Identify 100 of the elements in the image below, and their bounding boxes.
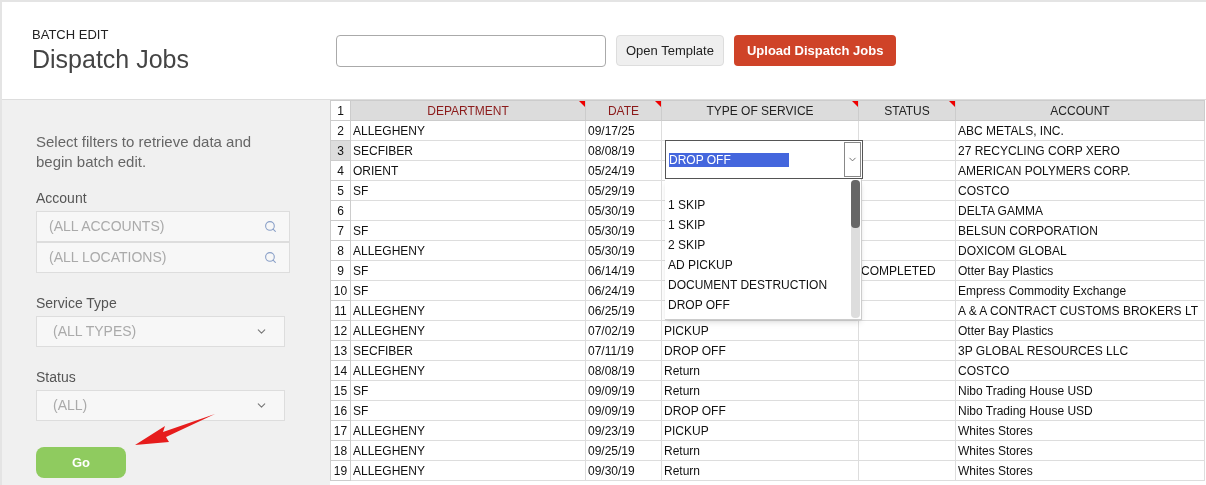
column-header[interactable]: STATUS (858, 100, 956, 121)
table-cell: 05/29/19 (585, 180, 662, 201)
table-cell: 07/02/19 (585, 320, 662, 341)
table-cell: DOXICOM GLOBAL (955, 240, 1205, 261)
table-cell: 05/30/19 (585, 240, 662, 261)
row-number[interactable]: 12 (330, 320, 351, 341)
table-cell: ALLEGHENY (350, 420, 586, 441)
table-cell: SF (350, 220, 586, 241)
table-cell: SF (350, 280, 586, 301)
column-header[interactable]: DEPARTMENT (350, 100, 586, 121)
table-cell: 08/08/19 (585, 140, 662, 161)
dropdown-option[interactable]: AD PICKUP (668, 255, 851, 275)
table-cell: SF (350, 180, 586, 201)
table-cell: ALLEGHENY (350, 320, 586, 341)
search-icon (264, 251, 277, 264)
row-number[interactable]: 10 (330, 280, 351, 301)
table-cell: 09/25/19 (585, 440, 662, 461)
table-cell: Otter Bay Plastics (955, 260, 1205, 281)
dropdown-option[interactable]: 1 SKIP (668, 215, 851, 235)
search-icon (264, 220, 277, 233)
table-cell: SECFIBER (350, 140, 586, 161)
selected-value: DROP OFF (669, 152, 789, 167)
field-label: Status (36, 368, 77, 387)
column-header[interactable]: ACCOUNT (955, 100, 1205, 121)
page-subtitle: BATCH EDIT (32, 26, 110, 43)
row-number[interactable]: 2 (330, 120, 351, 141)
dropdown-option[interactable]: DOCUMENT DESTRUCTION (668, 275, 851, 295)
row-number[interactable]: 14 (330, 360, 351, 381)
table-cell: ALLEGHENY (350, 300, 586, 321)
column-header[interactable]: DATE (585, 100, 662, 121)
file-field[interactable] (336, 34, 606, 67)
table-cell: 09/17/25 (585, 120, 662, 141)
table-cell: COSTCO (955, 360, 1205, 381)
column-header[interactable]: TYPE OF SERVICE (661, 100, 859, 121)
row-number[interactable]: 13 (330, 340, 351, 361)
dropdown-option[interactable]: 1 SKIP (668, 195, 851, 215)
table-cell: Whites Stores (955, 440, 1205, 461)
table-cell: ALLEGHENY (350, 460, 586, 481)
table-cell: 05/30/19 (585, 200, 662, 221)
scrollbar[interactable] (851, 180, 860, 318)
table-cell: Whites Stores (955, 460, 1205, 481)
row-number: 1 (330, 100, 351, 121)
table-cell: Return (661, 380, 859, 401)
row-number[interactable]: 5 (330, 180, 351, 201)
table-cell: 09/09/19 (585, 400, 662, 421)
table-cell: ALLEGHENY (350, 360, 586, 381)
cell-editor[interactable]: DROP OFF (665, 140, 863, 179)
table-cell: BELSUN CORPORATION (955, 220, 1205, 241)
field-label: Service Type (36, 294, 118, 313)
table-cell: DROP OFF (661, 340, 859, 361)
table-cell: Nibo Trading House USD (955, 380, 1205, 401)
field-label: Account (36, 189, 88, 208)
table-cell: 09/23/19 (585, 420, 662, 441)
template-button[interactable]: Open Template (616, 35, 724, 66)
table-cell: Otter Bay Plastics (955, 320, 1205, 341)
table-cell: SF (350, 260, 586, 281)
table-cell: ALLEGHENY (350, 440, 586, 461)
table-cell: Nibo Trading House USD (955, 400, 1205, 421)
row-number[interactable]: 11 (330, 300, 351, 321)
comment-marker-icon (852, 101, 858, 107)
row-number[interactable]: 9 (330, 260, 351, 281)
table-cell: 09/30/19 (585, 460, 662, 481)
table-cell: 07/11/19 (585, 340, 662, 361)
table-cell: 27 RECYCLING CORP XERO (955, 140, 1205, 161)
table-cell: 05/24/19 (585, 160, 662, 181)
table-cell: 06/24/19 (585, 280, 662, 301)
table-cell: 09/09/19 (585, 380, 662, 401)
table-cell: SF (350, 380, 586, 401)
table-cell: 05/30/19 (585, 220, 662, 241)
dropdown-option[interactable]: DROP OFF (668, 295, 851, 315)
table-cell: 06/14/19 (585, 260, 662, 281)
row-number[interactable]: 17 (330, 420, 351, 441)
table-cell: PICKUP (661, 420, 859, 441)
row-number[interactable]: 16 (330, 400, 351, 421)
row-number[interactable]: 6 (330, 200, 351, 221)
dropdown-option[interactable]: 2 SKIP (668, 235, 851, 255)
table-cell: A & A CONTRACT CUSTOMS BROKERS LT (955, 300, 1205, 321)
row-number[interactable]: 18 (330, 440, 351, 461)
table-cell: 08/08/19 (585, 360, 662, 381)
comment-marker-icon (579, 101, 585, 107)
table-cell: Whites Stores (955, 420, 1205, 441)
table-cell: ALLEGHENY (350, 240, 586, 261)
row-number[interactable]: 19 (330, 460, 351, 481)
row-number[interactable]: 3 (330, 140, 351, 161)
row-number[interactable]: 15 (330, 380, 351, 401)
dropdown-toggle[interactable] (844, 142, 861, 177)
table-cell: SECFIBER (350, 340, 586, 361)
table-cell: 3P GLOBAL RESOURCES LLC (955, 340, 1205, 361)
table-cell: Return (661, 460, 859, 481)
table-cell: Empress Commodity Exchange (955, 280, 1205, 301)
table-cell: SF (350, 400, 586, 421)
filter-intro: Select filters to retrieve data and begin batch edit. (36, 132, 253, 172)
row-number[interactable]: 4 (330, 160, 351, 181)
table-cell: COSTCO (955, 180, 1205, 201)
table-cell: DROP OFF (661, 400, 859, 421)
table-cell: DELTA GAMMA (955, 200, 1205, 221)
row-number[interactable]: 8 (330, 240, 351, 261)
table-cell: Return (661, 440, 859, 461)
upload-button[interactable]: Upload Dispatch Jobs (733, 35, 897, 66)
row-number[interactable]: 7 (330, 220, 351, 241)
